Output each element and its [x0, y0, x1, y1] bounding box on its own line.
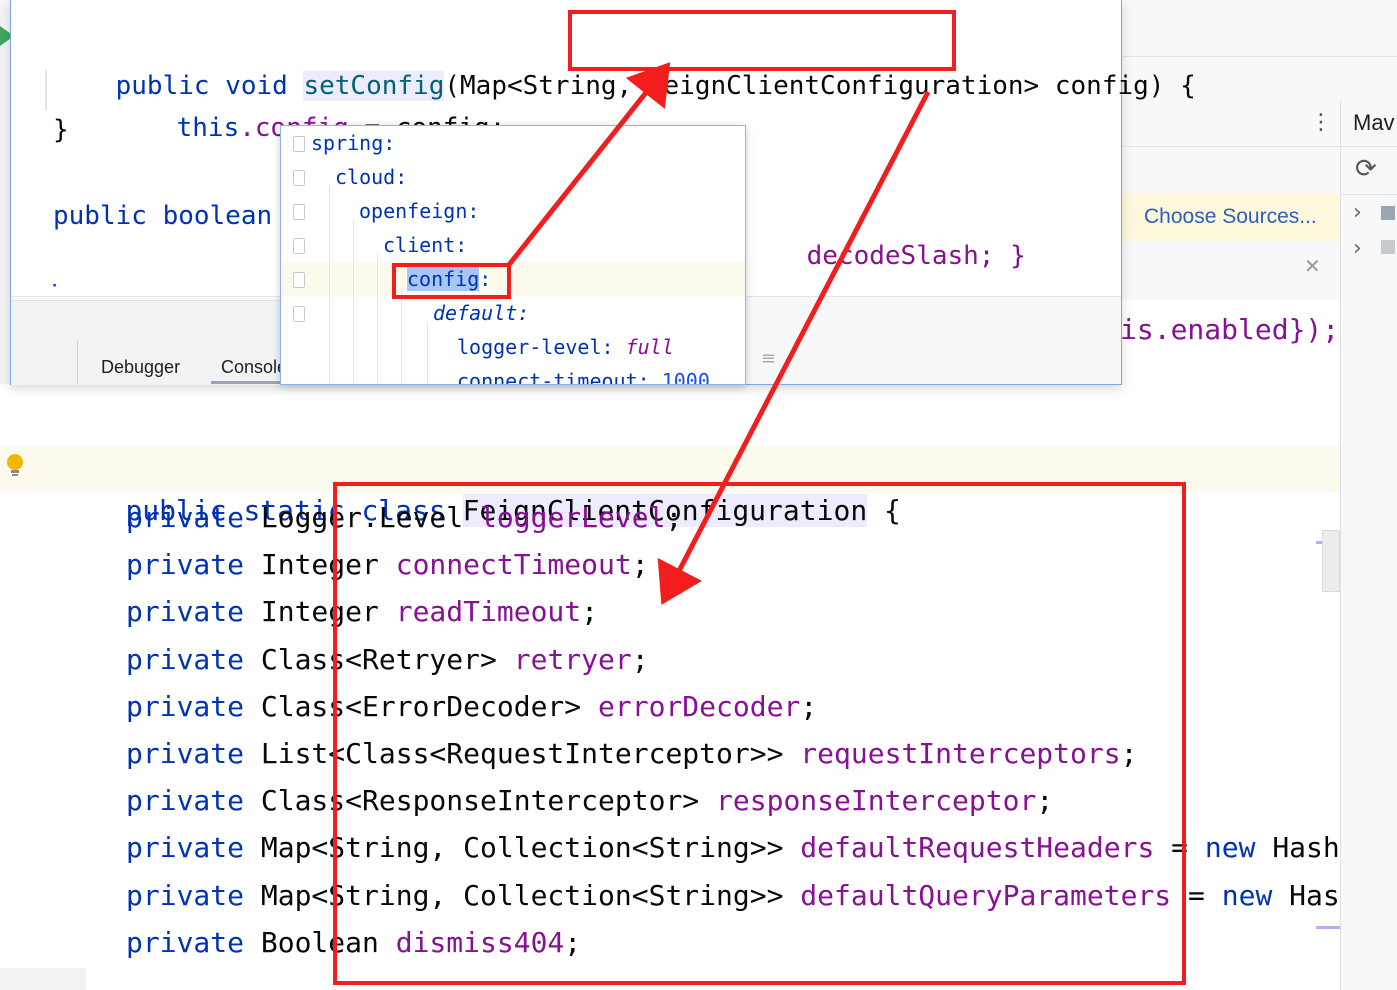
arrow-yaml-to-type	[506, 62, 671, 268]
annotation-arrows	[506, 62, 931, 605]
arrow-type-to-fields	[657, 90, 931, 605]
